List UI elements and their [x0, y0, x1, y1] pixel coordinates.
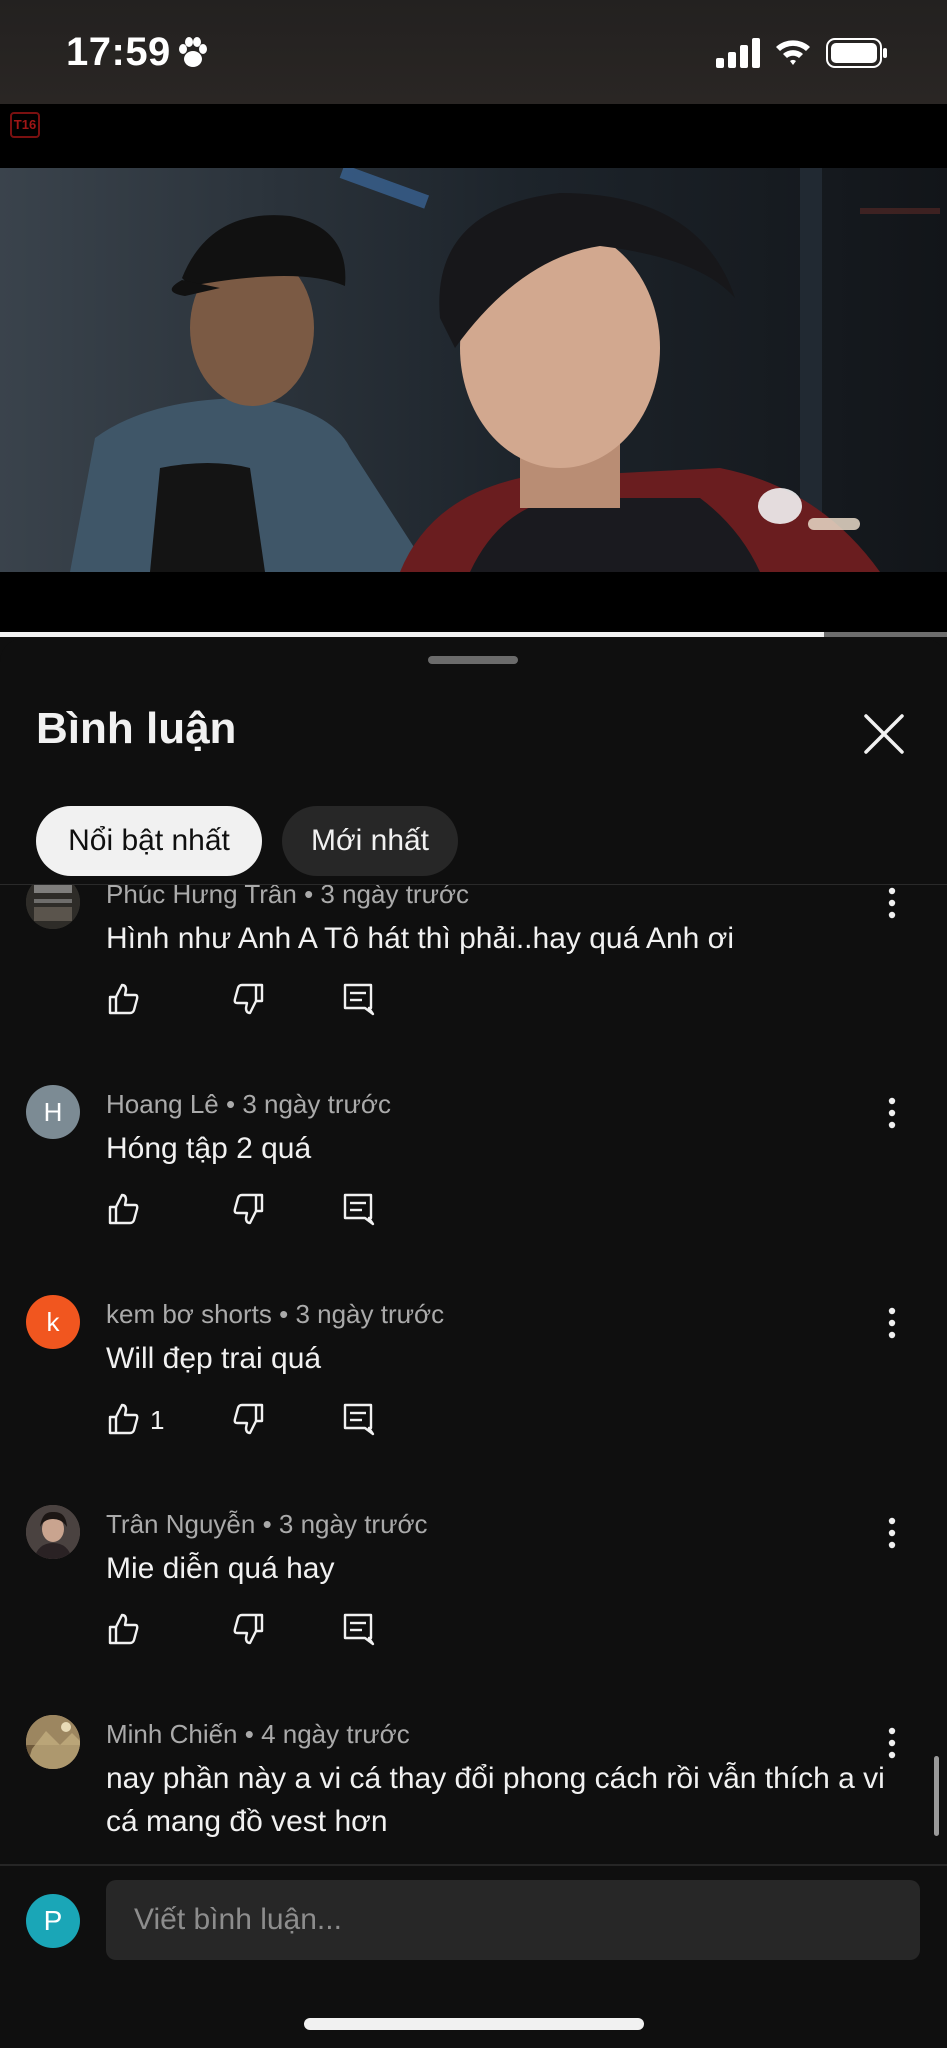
comment-text: Mie diễn quá hay: [106, 1552, 335, 1585]
age-rating-badge: T16: [10, 112, 40, 138]
reply-icon[interactable]: [340, 1191, 376, 1227]
reply-icon[interactable]: [340, 1401, 376, 1437]
video-frame[interactable]: [0, 168, 947, 572]
more-options-icon[interactable]: [874, 1303, 910, 1343]
comment-author[interactable]: kem bơ shorts: [106, 1299, 272, 1329]
comment-text: Will đẹp trai quá: [106, 1342, 322, 1375]
thumbs-up-icon[interactable]: [106, 1191, 142, 1227]
video-progress-fill: [0, 632, 824, 637]
avatar[interactable]: [26, 885, 80, 929]
wifi-icon: [776, 40, 810, 65]
avatar[interactable]: H: [26, 1085, 80, 1139]
comment-author[interactable]: Trân Nguyễn: [106, 1509, 255, 1539]
comments-sheet: Bình luận Nổi bật nhất Mới nhất Phúc Hưn…: [0, 638, 947, 2048]
video-progress-bar[interactable]: [0, 632, 947, 637]
home-indicator[interactable]: [304, 2018, 644, 2030]
comment-author[interactable]: Phúc Hưng Trân: [106, 885, 297, 909]
thumbs-up-icon[interactable]: [106, 1611, 142, 1647]
comments-scrollbar[interactable]: [934, 1756, 939, 1836]
like-count: 1: [150, 1405, 165, 1435]
status-time: 17:59: [66, 30, 171, 74]
comment-item: Minh Chiến • 4 ngày trước nay phần này a…: [0, 1715, 947, 1865]
comment-time: 4 ngày trước: [261, 1719, 410, 1749]
comment-time: 3 ngày trước: [242, 1089, 391, 1119]
comment-actions: 1: [106, 1401, 406, 1443]
reply-icon[interactable]: [340, 1611, 376, 1647]
comment-time: 3 ngày trước: [295, 1299, 445, 1329]
video-scene: [0, 168, 947, 572]
drag-handle[interactable]: [428, 656, 518, 664]
divider: [0, 1864, 947, 1866]
thumbs-up-icon[interactable]: [106, 1401, 142, 1437]
comment-item: H Hoang Lê • 3 ngày trước Hóng tập 2 quá: [0, 1085, 947, 1295]
comment-actions: [106, 1611, 406, 1653]
comment-item: Trân Nguyễn • 3 ngày trước Mie diễn quá …: [0, 1505, 947, 1715]
comment-meta: Trân Nguyễn • 3 ngày trước: [106, 1509, 428, 1539]
comment-item: k kem bơ shorts • 3 ngày trước Will đẹp …: [0, 1295, 947, 1505]
thumbs-down-icon[interactable]: [230, 1191, 266, 1227]
comment-meta: Minh Chiến • 4 ngày trước: [106, 1719, 410, 1749]
more-options-icon[interactable]: [874, 1513, 910, 1553]
comments-list[interactable]: Phúc Hưng Trân • 3 ngày trước Hình như A…: [0, 885, 947, 1865]
comment-item: Phúc Hưng Trân • 3 ngày trước Hình như A…: [0, 885, 947, 1085]
comment-input[interactable]: [106, 1880, 920, 1960]
reply-icon[interactable]: [340, 981, 376, 1017]
comment-meta: kem bơ shorts • 3 ngày trước: [106, 1299, 445, 1329]
comment-meta: Hoang Lê • 3 ngày trước: [106, 1089, 391, 1119]
more-options-icon[interactable]: [874, 1093, 910, 1133]
chip-top-comments[interactable]: Nổi bật nhất: [36, 806, 262, 876]
comments-title: Bình luận: [36, 704, 237, 753]
thumbs-up-icon[interactable]: [106, 981, 142, 1017]
avatar[interactable]: [26, 1715, 80, 1769]
thumbs-down-icon[interactable]: [230, 981, 266, 1017]
comment-actions: [106, 1191, 406, 1233]
comment-actions: [106, 981, 406, 1023]
more-options-icon[interactable]: [874, 885, 910, 923]
thumbs-down-icon[interactable]: [230, 1611, 266, 1647]
avatar[interactable]: k: [26, 1295, 80, 1349]
comment-meta: Phúc Hưng Trân • 3 ngày trước: [106, 885, 469, 910]
avatar[interactable]: [26, 1505, 80, 1559]
comment-text: Hóng tập 2 quá: [106, 1132, 312, 1165]
chip-newest[interactable]: Mới nhất: [282, 806, 458, 876]
thumbs-down-icon[interactable]: [230, 1401, 266, 1437]
status-bar: 17:59: [0, 0, 947, 104]
comment-text: Hình như Anh A Tô hát thì phải..hay quá …: [106, 922, 734, 955]
paw-icon: [179, 37, 207, 67]
cellular-signal-icon: [716, 38, 760, 68]
comment-author[interactable]: Hoang Lê: [106, 1089, 219, 1119]
more-options-icon[interactable]: [874, 1723, 910, 1763]
comment-time: 3 ngày trước: [320, 885, 470, 909]
current-user-avatar[interactable]: P: [26, 1894, 80, 1948]
comment-text: nay phần này a vi cá thay đổi phong cách…: [106, 1762, 885, 1838]
battery-icon: [826, 38, 887, 68]
close-icon[interactable]: [858, 708, 910, 760]
comment-author[interactable]: Minh Chiến: [106, 1719, 238, 1749]
comment-time: 3 ngày trước: [278, 1509, 428, 1539]
